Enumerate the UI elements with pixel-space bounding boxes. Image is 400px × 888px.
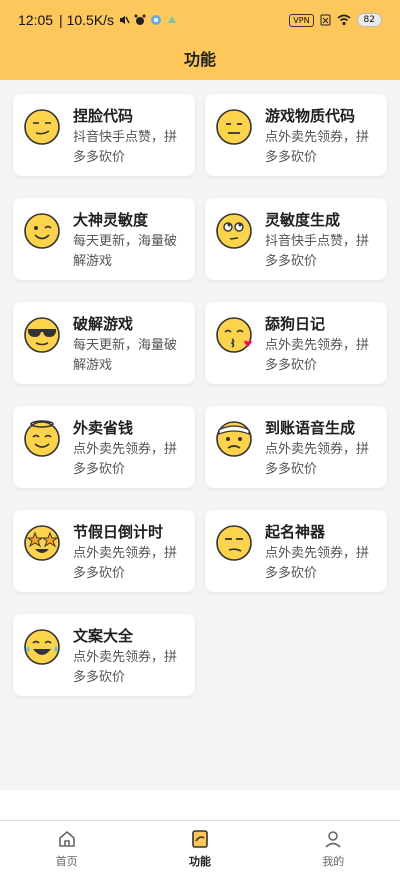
app-notification-icon (151, 15, 162, 25)
feature-card-desc: 抖音快手点赞，拼多多砍价 (265, 234, 370, 269)
halo-face-icon (24, 420, 60, 457)
bottom-nav: 首页 功能 我的 (0, 820, 400, 888)
sim-off-icon (320, 14, 331, 26)
feature-card-desc: 点外卖先领券，拼多多砍价 (73, 442, 178, 477)
kiss-heart-face-icon (216, 317, 252, 353)
sync-icon (168, 16, 177, 23)
eye-roll-face-icon (216, 213, 252, 249)
feature-card[interactable]: 到账语音生成点外卖先领券，拼多多砍价 (205, 406, 387, 488)
feature-card-desc: 点外卖先领券，拼多多砍价 (265, 130, 370, 165)
feature-card[interactable]: 节假日倒计时点外卖先领券，拼多多砍价 (13, 510, 195, 592)
unamused-face-icon (216, 525, 252, 561)
feature-card[interactable]: 起名神器点外卖先领券，拼多多砍价 (205, 510, 387, 592)
feature-card-desc: 点外卖先领券，拼多多砍价 (73, 650, 178, 685)
feature-card[interactable]: 游戏物质代码点外卖先领券，拼多多砍价 (205, 94, 387, 176)
feature-card-title: 到账语音生成 (265, 419, 356, 437)
nav-home[interactable]: 首页 (0, 821, 133, 888)
feature-card[interactable]: 破解游戏每天更新，海量破解游戏 (13, 302, 195, 384)
alarm-icon (134, 14, 146, 25)
nav-features-label: 功能 (188, 855, 211, 868)
wifi-icon (337, 14, 351, 26)
feature-card-desc: 每天更新，海量破解游戏 (73, 234, 178, 269)
mute-icon (120, 16, 130, 24)
feature-card-desc: 点外卖先领券，拼多多砍价 (265, 442, 370, 477)
vpn-badge: VPN (289, 13, 314, 27)
feature-card-title: 破解游戏 (73, 315, 134, 333)
smirk-face-icon (24, 109, 60, 145)
feature-card[interactable]: 大神灵敏度每天更新，海量破解游戏 (13, 198, 195, 280)
feature-card-title: 游戏物质代码 (265, 107, 356, 125)
status-time: 12:05 (18, 12, 54, 28)
feature-card[interactable]: 捏脸代码抖音快手点赞，拼多多砍价 (13, 94, 195, 176)
feature-card[interactable]: 文案大全点外卖先领券，拼多多砍价 (13, 614, 195, 696)
feature-card-title: 大神灵敏度 (73, 211, 149, 229)
feature-card-desc: 每天更新，海量破解游戏 (73, 338, 178, 373)
feature-card[interactable]: 灵敏度生成抖音快手点赞，拼多多砍价 (205, 198, 387, 280)
nav-home-label: 首页 (55, 855, 78, 868)
wink-face-icon (24, 213, 60, 249)
star-eyes-face-icon (24, 525, 60, 561)
nav-mine[interactable]: 我的 (267, 821, 400, 888)
feature-card-title: 起名神器 (265, 523, 326, 541)
feature-card-desc: 点外卖先领券，拼多多砍价 (73, 546, 178, 581)
laugh-tears-face-icon (24, 629, 60, 665)
status-bar: 12:05 | 10.5K/s VPN 82 (0, 0, 400, 40)
bandage-face-icon (216, 421, 252, 457)
feature-card-title: 文案大全 (73, 627, 134, 645)
feature-card-title: 外卖省钱 (73, 419, 134, 437)
page-title: 功能 (183, 50, 216, 69)
neutral-face-icon (216, 109, 252, 145)
feature-card-title: 灵敏度生成 (265, 211, 341, 229)
nav-features[interactable]: 功能 (133, 821, 266, 888)
feature-card-title: 捏脸代码 (73, 107, 134, 125)
app-header: 12:05 | 10.5K/s VPN 82 功能 (0, 0, 400, 80)
feature-grid: 捏脸代码 抖音快手点赞，拼多多砍价 游戏物质代码 点外卖先领券，拼多多砍价 大神灵敏度每… (13, 94, 387, 696)
feature-card[interactable]: 外卖省钱点外卖先领券，拼多多砍价 (13, 406, 195, 488)
feature-card-desc: 抖音快手点赞，拼多多砍价 (73, 130, 178, 165)
network-speed: | 10.5K/s (59, 12, 115, 28)
user-icon (325, 831, 341, 848)
features-content: 捏脸代码 抖音快手点赞，拼多多砍价 游戏物质代码 点外卖先领券，拼多多砍价 大神灵敏度每… (0, 80, 400, 790)
feature-card-title: 舔狗日记 (265, 315, 326, 333)
feature-card-desc: 点外卖先领券，拼多多砍价 (265, 338, 370, 373)
home-icon (58, 831, 75, 847)
feature-card[interactable]: 舔狗日记点外卖先领券，拼多多砍价 (205, 302, 387, 384)
nav-mine-label: 我的 (322, 855, 345, 868)
feature-card-desc: 点外卖先领券，拼多多砍价 (265, 546, 370, 581)
sunglasses-face-icon (24, 317, 60, 353)
battery-indicator: 82 (356, 13, 382, 27)
features-icon (192, 830, 208, 848)
feature-card-title: 节假日倒计时 (73, 523, 164, 541)
